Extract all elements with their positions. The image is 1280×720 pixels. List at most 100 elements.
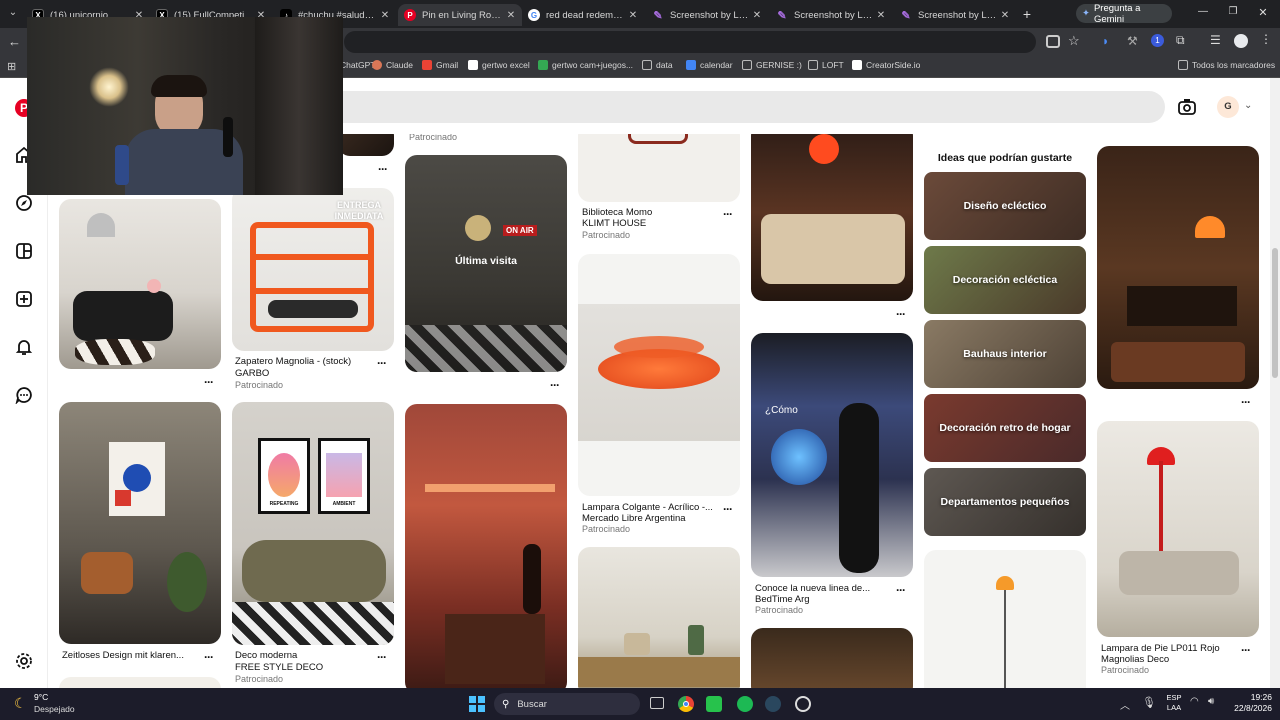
pin-more-icon[interactable]: ··· [1241, 395, 1251, 409]
pin-more-icon[interactable]: ··· [723, 502, 733, 516]
idea-card[interactable]: Decoración retro de hogar [924, 394, 1086, 462]
task-view-icon[interactable] [650, 697, 664, 709]
scrollbar-thumb[interactable] [1272, 248, 1278, 378]
restore-icon[interactable]: ❐ [1226, 6, 1240, 17]
obs-icon[interactable] [795, 696, 811, 712]
close-tab-icon[interactable]: ✕ [874, 10, 888, 21]
pin-more-icon[interactable]: ··· [204, 375, 214, 389]
pin-image-c1-next[interactable] [59, 677, 221, 688]
all-bookmarks[interactable]: Todos los marcadores [1178, 60, 1275, 70]
bookmark-creatorside[interactable]: CreatorSide.io [852, 60, 920, 70]
pin-source[interactable]: KLIMT HOUSE [582, 218, 646, 229]
extension-icon[interactable] [1046, 35, 1060, 48]
pin-title[interactable]: Zapatero Magnolia - (stock) [235, 356, 351, 367]
pin-title[interactable]: Lampara de Pie LP011 Rojo [1101, 643, 1220, 654]
page-scrollbar[interactable] [1270, 78, 1280, 688]
pin-image-c3-bot[interactable] [405, 404, 567, 688]
notifications-icon[interactable] [14, 337, 34, 357]
extension-icon[interactable]: ◗ [1102, 34, 1109, 48]
extension-icon[interactable]: ⚒ [1127, 34, 1138, 48]
new-tab-button[interactable]: + [1018, 5, 1036, 23]
extensions-puzzle-icon[interactable]: ⧉ [1176, 33, 1185, 48]
bookmark-gernise[interactable]: GERNISE :) [742, 60, 802, 70]
pin-more-icon[interactable]: ··· [377, 356, 387, 370]
pin-image-c1-bot[interactable] [59, 402, 221, 644]
pin-image-c5-top[interactable] [751, 134, 913, 301]
close-tab-icon[interactable]: ✕ [626, 10, 640, 21]
idea-card[interactable]: Departamentos pequeños [924, 468, 1086, 536]
bookmark-gertwo-cam[interactable]: gertwo cam+juegos... [538, 60, 633, 70]
pin-image-c1-top[interactable] [338, 134, 394, 156]
gemini-button[interactable]: ✦ Pregunta a Gemini [1076, 3, 1172, 25]
wifi-icon[interactable]: ◠ [1190, 696, 1199, 707]
messages-icon[interactable] [14, 385, 34, 405]
close-tab-icon[interactable]: ✕ [504, 10, 518, 21]
pin-source[interactable]: FREE STYLE DECO [235, 662, 323, 673]
pin-title[interactable]: Lampara Colgante - Acrílico -... [582, 502, 713, 513]
explore-icon[interactable] [14, 193, 34, 213]
pin-more-icon[interactable]: ··· [378, 162, 388, 176]
steam-icon[interactable] [765, 696, 781, 712]
chrome-taskbar-icon[interactable] [678, 696, 694, 712]
minimize-icon[interactable]: — [1196, 6, 1210, 17]
pin-image-c7-bot[interactable] [1097, 421, 1259, 637]
bookmark-loft[interactable]: LOFT [808, 60, 844, 70]
pin-more-icon[interactable]: ··· [1241, 643, 1251, 657]
windows-start-icon[interactable] [469, 696, 485, 712]
pin-more-icon[interactable]: ··· [896, 583, 906, 597]
reading-list-icon[interactable]: ☰ [1210, 33, 1221, 47]
pin-image-c3-top[interactable]: ON AIR Última visita [405, 155, 567, 372]
menu-kebab-icon[interactable]: ⋮ [1260, 32, 1272, 46]
app-taskbar-icon[interactable] [706, 696, 722, 712]
bookmark-data[interactable]: data [642, 60, 673, 70]
bookmark-gmail[interactable]: Gmail [422, 60, 458, 70]
pin-more-icon[interactable]: ··· [723, 207, 733, 221]
pin-source[interactable]: GARBO [235, 368, 269, 379]
taskbar-search[interactable]: ⚲ Buscar [494, 693, 640, 715]
volume-icon[interactable]: 🔊︎ [1208, 696, 1214, 707]
spotify-icon[interactable] [737, 696, 753, 712]
tab-6[interactable]: ✎ Screenshot by Lightsh ✕ [646, 4, 768, 26]
pin-more-icon[interactable]: ··· [896, 307, 906, 321]
clock[interactable]: 19:26 22/8/2026 [1222, 692, 1272, 714]
weather-widget[interactable]: ☾ 9°C Despejado [10, 692, 90, 716]
pin-title[interactable]: Zeitloses Design mit klaren... [62, 650, 184, 661]
tab-search-icon[interactable]: ⌄ [6, 7, 20, 21]
bookmark-gertwo-excel[interactable]: gertwo excel [468, 60, 530, 70]
tab-4-active[interactable]: P Pin en Living Room D ✕ [398, 4, 522, 26]
pin-title[interactable]: Deco moderna [235, 650, 297, 661]
pin-image-c4-mid[interactable] [578, 254, 740, 496]
pin-source[interactable]: Magnolias Deco [1101, 654, 1169, 665]
address-bar[interactable] [344, 31, 1036, 53]
pin-image-c5-mid[interactable]: ¿Cómo [751, 333, 913, 577]
microphone-icon[interactable]: 🎙︎ [1142, 696, 1156, 709]
idea-card[interactable]: Diseño ecléctico [924, 172, 1086, 240]
user-avatar[interactable]: G [1217, 96, 1239, 118]
bookmark-chatgpt[interactable]: ChatGPT [340, 60, 375, 70]
tab-7[interactable]: ✎ Screenshot by Lightsh ✕ [770, 4, 892, 26]
pin-more-icon[interactable]: ··· [377, 650, 387, 664]
close-tab-icon[interactable]: ✕ [378, 10, 392, 21]
pin-image-c5-bot[interactable] [751, 628, 913, 688]
pin-more-icon[interactable]: ··· [550, 378, 560, 392]
bookmark-claude[interactable]: Claude [372, 60, 413, 70]
apps-grid-icon[interactable]: ⊞ [7, 60, 16, 73]
pin-image-c4-bot[interactable] [578, 547, 740, 688]
pin-image-c6-bot[interactable] [924, 550, 1086, 688]
tab-8[interactable]: ✎ Screenshot by Lightsh ✕ [894, 4, 1016, 26]
account-chevron-down-icon[interactable]: ⌄ [1244, 100, 1252, 111]
boards-icon[interactable] [14, 241, 34, 261]
tray-chevron-up-icon[interactable]: ︿ [1120, 697, 1130, 712]
pin-image-c7-top[interactable] [1097, 146, 1259, 389]
idea-card[interactable]: Decoración ecléctica [924, 246, 1086, 314]
bookmark-star-icon[interactable]: ☆ [1068, 33, 1080, 49]
pin-title[interactable]: Biblioteca Momo [582, 207, 652, 218]
close-tab-icon[interactable]: ✕ [998, 10, 1012, 21]
settings-icon[interactable] [14, 651, 34, 671]
pin-image-c2-top[interactable]: ENTREGA INMEDIATA [232, 188, 394, 351]
back-icon[interactable]: ← [8, 34, 24, 50]
idea-card[interactable]: Bauhaus interior [924, 320, 1086, 388]
bookmark-calendar[interactable]: calendar [686, 60, 733, 70]
profile-avatar[interactable] [1234, 34, 1248, 48]
pin-image-c1-mid[interactable] [59, 199, 221, 369]
